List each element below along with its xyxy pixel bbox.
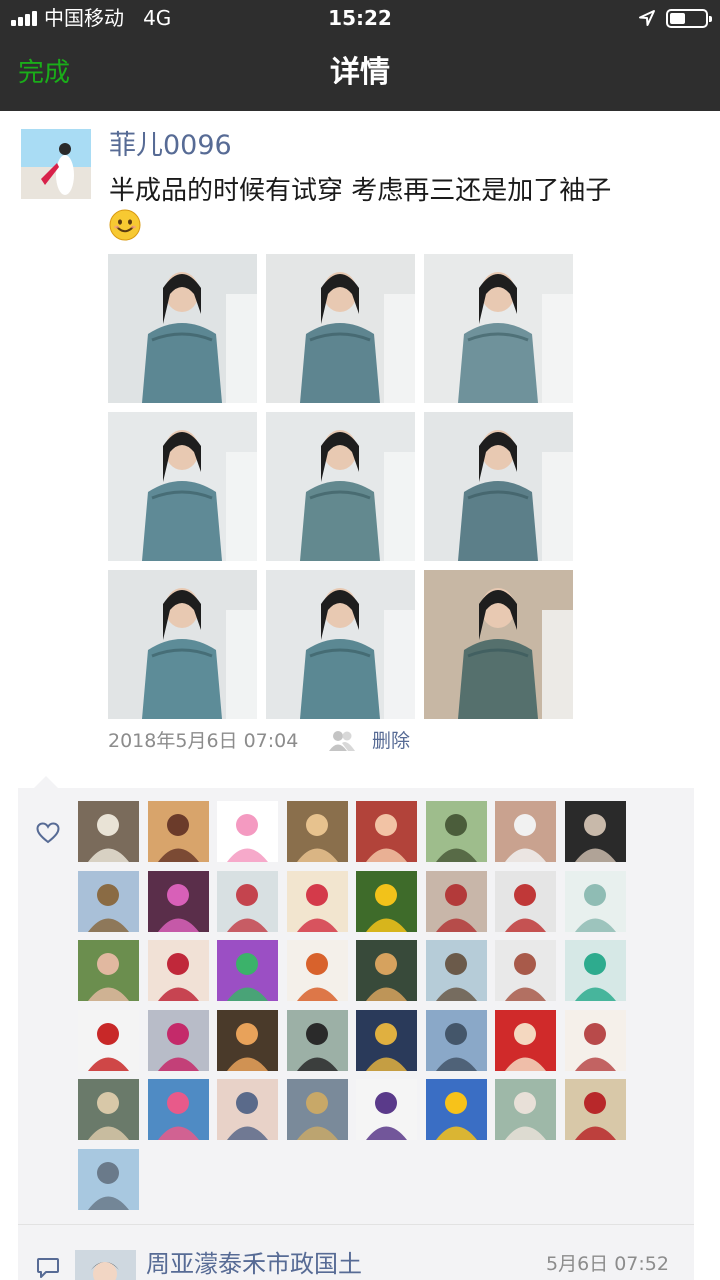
liker-avatar[interactable] bbox=[78, 871, 139, 932]
post-photo-sleeve-on-blanket[interactable] bbox=[424, 570, 573, 719]
post-photo-standing-jeans[interactable] bbox=[266, 254, 415, 403]
liker-avatar[interactable] bbox=[217, 940, 278, 1001]
liker-avatar[interactable] bbox=[565, 940, 626, 1001]
liker-avatar[interactable] bbox=[78, 940, 139, 1001]
liker-avatar[interactable] bbox=[426, 940, 487, 1001]
liker-avatar[interactable] bbox=[287, 871, 348, 932]
post-photo-leaning-handbag[interactable] bbox=[266, 412, 415, 561]
battery-icon bbox=[666, 9, 712, 28]
comment-icon bbox=[37, 1258, 59, 1278]
post-photo-lace-yoke-closeup[interactable] bbox=[108, 254, 257, 403]
commenter-name[interactable]: 周亚濛泰禾市政国土 bbox=[146, 1248, 362, 1280]
status-bar: 中国移动 4G 15:22 bbox=[0, 0, 720, 36]
liker-avatar[interactable] bbox=[565, 871, 626, 932]
post-photo-floral-skirt-handbag[interactable] bbox=[424, 412, 573, 561]
liker-avatar[interactable] bbox=[565, 1010, 626, 1071]
liker-avatar[interactable] bbox=[356, 871, 417, 932]
liker-avatar[interactable] bbox=[287, 1079, 348, 1140]
liker-avatar[interactable] bbox=[356, 1079, 417, 1140]
liker-avatar[interactable] bbox=[148, 871, 209, 932]
liker-avatar[interactable] bbox=[356, 1010, 417, 1071]
post-timestamp: 2018年5月6日 07:04 bbox=[108, 730, 299, 752]
panel-divider bbox=[18, 1224, 694, 1225]
location-arrow-icon bbox=[639, 10, 655, 26]
commenter-avatar[interactable] bbox=[75, 1250, 136, 1280]
liker-avatar[interactable] bbox=[217, 1010, 278, 1071]
liker-avatar[interactable] bbox=[356, 940, 417, 1001]
liker-avatar[interactable] bbox=[287, 1010, 348, 1071]
nav-bar: 完成 详情 bbox=[0, 36, 720, 111]
author-name[interactable]: 菲儿0096 bbox=[109, 128, 232, 164]
liker-avatar[interactable] bbox=[495, 1079, 556, 1140]
smile-emoji bbox=[109, 209, 141, 241]
liker-avatar[interactable] bbox=[426, 801, 487, 862]
liker-avatar[interactable] bbox=[565, 801, 626, 862]
liker-avatar[interactable] bbox=[356, 801, 417, 862]
post-photo-short-sleeve-front[interactable] bbox=[266, 570, 415, 719]
liker-avatar[interactable] bbox=[217, 1079, 278, 1140]
heart-icon bbox=[36, 822, 60, 844]
liker-avatar[interactable] bbox=[217, 801, 278, 862]
post-photo-standing-pink-skirt[interactable] bbox=[424, 254, 573, 403]
liker-avatar[interactable] bbox=[148, 1010, 209, 1071]
liker-avatar[interactable] bbox=[78, 1079, 139, 1140]
page-title: 详情 bbox=[330, 55, 390, 90]
liker-avatar[interactable] bbox=[495, 801, 556, 862]
liker-avatar[interactable] bbox=[565, 1079, 626, 1140]
liker-avatar[interactable] bbox=[426, 871, 487, 932]
liker-avatar[interactable] bbox=[426, 1079, 487, 1140]
post-text: 半成品的时候有试穿 考虑再三还是加了袖子 bbox=[109, 176, 612, 206]
author-avatar[interactable] bbox=[21, 129, 91, 199]
liker-avatar[interactable] bbox=[78, 1010, 139, 1071]
people-icon bbox=[329, 731, 355, 751]
liker-avatar[interactable] bbox=[78, 801, 139, 862]
comment-timestamp: 5月6日 07:52 bbox=[546, 1253, 669, 1275]
delete-button[interactable]: 删除 bbox=[372, 728, 410, 754]
liker-avatar[interactable] bbox=[287, 940, 348, 1001]
liker-avatar[interactable] bbox=[148, 940, 209, 1001]
liker-avatar[interactable] bbox=[148, 801, 209, 862]
liker-avatar[interactable] bbox=[217, 871, 278, 932]
liker-avatar[interactable] bbox=[287, 801, 348, 862]
liker-avatar[interactable] bbox=[495, 940, 556, 1001]
post-photo-smiling-closeup[interactable] bbox=[108, 412, 257, 561]
liker-avatar[interactable] bbox=[148, 1079, 209, 1140]
likes-panel-arrow bbox=[34, 776, 58, 788]
liker-avatar[interactable] bbox=[495, 871, 556, 932]
liker-avatar[interactable] bbox=[495, 1010, 556, 1071]
status-time: 15:22 bbox=[328, 6, 392, 30]
liker-avatar[interactable] bbox=[426, 1010, 487, 1071]
post-photo-short-sleeve-side[interactable] bbox=[108, 570, 257, 719]
liker-avatar[interactable] bbox=[78, 1149, 139, 1210]
